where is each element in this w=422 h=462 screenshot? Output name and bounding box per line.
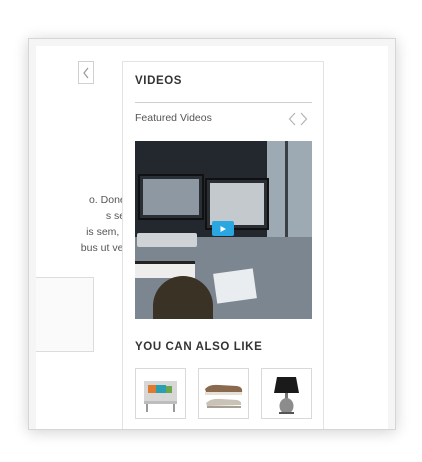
browser-frame: o. Donec s sed is sem, et bus ut velit V… bbox=[28, 38, 396, 430]
heading-divider bbox=[135, 102, 312, 103]
body-text-line: is sem, et bbox=[86, 226, 131, 238]
page-viewport: o. Donec s sed is sem, et bus ut velit V… bbox=[36, 46, 388, 429]
video-frame-monitor-left bbox=[138, 174, 204, 220]
video-frame-window bbox=[267, 141, 312, 241]
content-placeholder-box bbox=[36, 277, 94, 352]
product-thumbnail-shoes[interactable] bbox=[198, 368, 249, 419]
body-text-line: bus ut velit bbox=[80, 242, 131, 254]
featured-video-player[interactable] bbox=[135, 141, 312, 319]
lamp-icon bbox=[274, 377, 299, 414]
play-icon bbox=[220, 225, 226, 232]
prev-arrow-icon[interactable] bbox=[288, 112, 296, 126]
video-frame-keyboard bbox=[137, 233, 197, 247]
play-button[interactable] bbox=[212, 221, 234, 236]
product-thumbnail-chair[interactable] bbox=[135, 368, 186, 419]
video-frame-paper bbox=[213, 268, 257, 304]
also-like-thumbnails bbox=[135, 368, 312, 419]
videos-sidebar-panel: VIDEOS Featured Videos YOU CAN ALSO LIKE bbox=[122, 61, 324, 429]
body-text-line: o. Donec bbox=[88, 194, 131, 206]
featured-videos-label: Featured Videos bbox=[135, 112, 212, 124]
body-text-line: s sed bbox=[105, 210, 131, 222]
videos-heading: VIDEOS bbox=[135, 75, 183, 87]
product-thumbnail-lamp[interactable] bbox=[261, 368, 312, 419]
article-body-text: o. Donec s sed is sem, et bus ut velit bbox=[36, 192, 131, 256]
collapse-sidebar-button[interactable] bbox=[78, 61, 94, 84]
video-frame-window-bar bbox=[285, 141, 288, 241]
also-like-heading: YOU CAN ALSO LIKE bbox=[135, 341, 263, 353]
chair-icon bbox=[144, 381, 177, 412]
shoes-icon bbox=[205, 384, 243, 408]
video-nav-arrows bbox=[288, 112, 308, 126]
next-arrow-icon[interactable] bbox=[300, 112, 308, 126]
chevron-left-icon bbox=[83, 67, 89, 78]
